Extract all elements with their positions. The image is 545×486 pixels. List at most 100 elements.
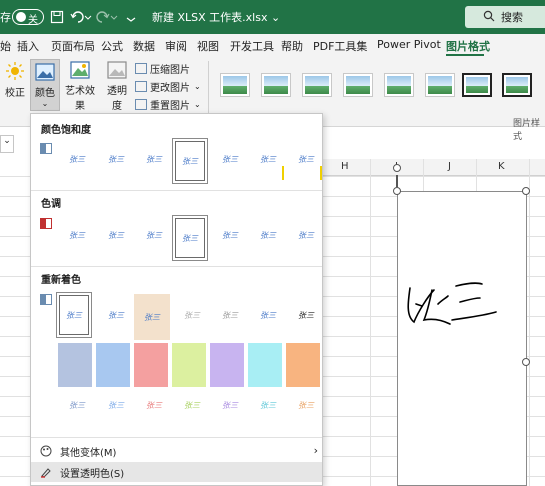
undo-icon[interactable] <box>70 0 92 34</box>
tab-review[interactable]: 审阅 <box>165 38 187 54</box>
recolor-swatch-6[interactable] <box>248 343 282 387</box>
reset-picture-button[interactable]: 重置图片 ⌄ <box>135 97 201 112</box>
picture-styles-group-label: 图片样式 <box>513 119 541 142</box>
picture-style-4[interactable] <box>343 73 373 97</box>
color-picture-icon <box>31 63 59 84</box>
artistic-effects-button[interactable]: 艺术效果 <box>62 61 98 112</box>
style-preview-image <box>506 77 528 93</box>
style-preview-image <box>466 77 488 93</box>
picture-style-6[interactable] <box>425 73 455 97</box>
picture-style-3[interactable] <box>302 73 332 97</box>
picture-style-2[interactable] <box>261 73 291 97</box>
tone-option-7[interactable]: 张三 <box>288 212 322 258</box>
compress-pictures-button[interactable]: 压缩图片 <box>135 61 190 76</box>
recolor-light-1[interactable]: 张三 <box>59 382 95 428</box>
tab-help[interactable]: 帮助 <box>281 38 303 54</box>
resize-handle-top-left[interactable] <box>393 187 401 195</box>
saturation-option-6[interactable]: 张三 <box>250 136 286 182</box>
search-label: 搜索 <box>501 11 523 24</box>
transparency-icon <box>103 61 131 82</box>
transparent-color-pen-icon <box>39 465 53 479</box>
recolor-icon <box>40 294 52 305</box>
picture-style-1[interactable] <box>220 73 250 97</box>
tab-developer[interactable]: 开发工具 <box>230 38 274 54</box>
tab-home[interactable]: 始 <box>0 38 11 54</box>
recolor-light-7[interactable]: 张三 <box>288 382 322 428</box>
picture-style-5[interactable] <box>384 73 414 97</box>
tone-option-6[interactable]: 张三 <box>250 212 286 258</box>
recolor-light-6[interactable]: 张三 <box>250 382 286 428</box>
recolor-swatch-3[interactable] <box>134 343 168 387</box>
save-icon[interactable] <box>50 0 64 34</box>
tab-data[interactable]: 数据 <box>133 38 155 54</box>
tab-insert[interactable]: 插入 <box>17 38 39 54</box>
resize-handle-top-right[interactable] <box>522 187 530 195</box>
tone-icon <box>40 218 52 229</box>
rotate-handle[interactable] <box>393 164 401 172</box>
column-header-j[interactable]: J <box>448 161 451 172</box>
color-button[interactable]: 颜色 ⌄ <box>30 59 60 111</box>
artistic-effects-icon <box>62 61 98 82</box>
set-transparent-color-menu-item[interactable]: 设置透明色(S) <box>31 462 322 482</box>
recolor-option-no-recolor[interactable]: 张三 <box>56 292 92 338</box>
saturation-option-2[interactable]: 张三 <box>98 136 134 182</box>
recolor-option-black-white-25[interactable]: 张三 <box>212 292 248 338</box>
saturation-option-7[interactable]: 张三 <box>288 136 322 182</box>
recolor-light-4[interactable]: 张三 <box>174 382 210 428</box>
recolor-swatch-4[interactable] <box>172 343 206 387</box>
section-divider <box>31 437 322 438</box>
recolor-option-black-white-50[interactable]: 张三 <box>250 292 286 338</box>
column-header-h[interactable]: H <box>341 161 349 172</box>
recolor-option-sepia[interactable]: 张三 <box>134 294 170 340</box>
quick-access-more-icon[interactable] <box>126 0 136 34</box>
tab-picture-format[interactable]: 图片格式 <box>446 38 490 54</box>
picture-style-7[interactable] <box>462 73 492 97</box>
recolor-swatch-5[interactable] <box>210 343 244 387</box>
artistic-effects-label: 艺术效果 <box>65 86 95 112</box>
selected-picture[interactable] <box>397 191 527 486</box>
recolor-option-grayscale[interactable]: 张三 <box>98 292 134 338</box>
tone-option-5[interactable]: 张三 <box>212 212 248 258</box>
saturation-option-4[interactable]: 张三 <box>172 138 208 184</box>
transparency-label-2: 度 <box>112 101 122 112</box>
transparency-button[interactable]: 透明 度 <box>103 61 131 112</box>
reset-picture-dropdown-icon: ⌄ <box>194 100 201 109</box>
more-variants-menu-item[interactable]: 其他变体(M) › <box>31 441 322 461</box>
picture-style-8[interactable] <box>502 73 532 97</box>
corrections-button[interactable]: 校正 <box>3 61 27 99</box>
recolor-light-2[interactable]: 张三 <box>98 382 134 428</box>
document-title: 新建 XLSX 工作表.xlsx ⌄ <box>152 11 281 24</box>
redo-icon[interactable] <box>96 0 118 34</box>
color-label: 颜色 <box>35 88 55 99</box>
tab-view[interactable]: 视图 <box>197 38 219 54</box>
recolor-swatch-2[interactable] <box>96 343 130 387</box>
tab-pdf-tools[interactable]: PDF工具集 <box>313 38 367 54</box>
recolor-swatch-7[interactable] <box>286 343 320 387</box>
recolor-option-black-white-75[interactable]: 张三 <box>288 292 322 338</box>
style-preview-image <box>346 76 370 94</box>
autosave-state: 关 <box>28 15 38 26</box>
tone-option-2[interactable]: 张三 <box>98 212 134 258</box>
search-box[interactable]: 搜索 <box>465 6 545 28</box>
autosave-toggle[interactable]: 关 <box>12 9 44 26</box>
reset-picture-icon <box>135 99 147 110</box>
recolor-option-washout[interactable]: 张三 <box>174 292 210 338</box>
tone-option-3[interactable]: 张三 <box>136 212 172 258</box>
recolor-light-3[interactable]: 张三 <box>136 382 172 428</box>
search-icon <box>483 10 495 25</box>
tone-option-4[interactable]: 张三 <box>172 215 208 261</box>
tone-option-1[interactable]: 张三 <box>59 212 95 258</box>
name-box[interactable]: ⌄ <box>0 135 14 153</box>
tab-power-pivot[interactable]: Power Pivot <box>377 38 441 51</box>
column-header-k[interactable]: K <box>498 161 505 172</box>
saturation-option-3[interactable]: 张三 <box>136 136 172 182</box>
style-preview-image <box>387 76 411 94</box>
change-picture-button[interactable]: 更改图片 ⌄ <box>135 79 201 94</box>
recolor-light-5[interactable]: 张三 <box>212 382 248 428</box>
saturation-option-5[interactable]: 张三 <box>212 136 248 182</box>
saturation-option-1[interactable]: 张三 <box>59 136 95 182</box>
tab-formulas[interactable]: 公式 <box>101 38 123 54</box>
tab-page-layout[interactable]: 页面布局 <box>51 38 95 54</box>
recolor-swatch-1[interactable] <box>58 343 92 387</box>
resize-handle-right[interactable] <box>522 358 530 366</box>
